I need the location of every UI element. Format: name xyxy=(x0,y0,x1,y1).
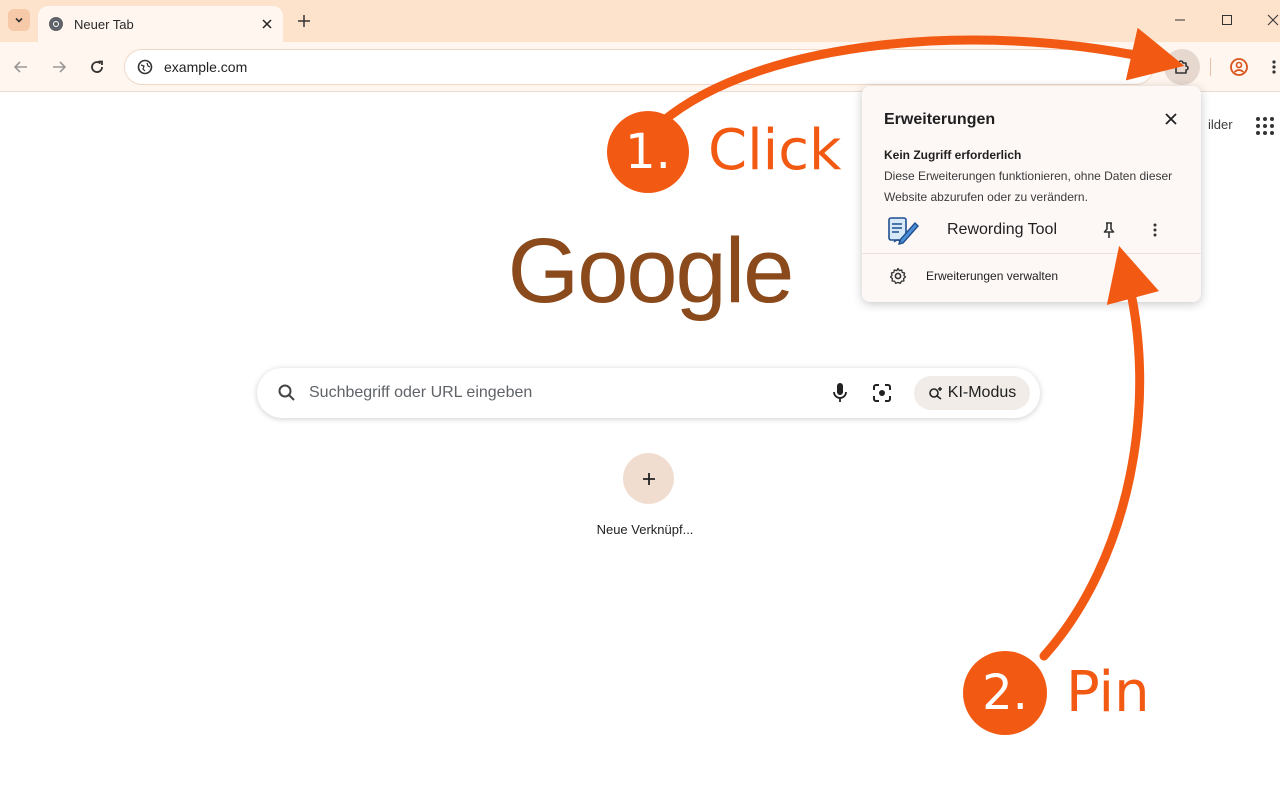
sparkle-search-icon xyxy=(928,387,942,400)
microphone-icon[interactable] xyxy=(830,381,850,405)
plus-icon xyxy=(642,472,655,485)
step-2-number: 2. xyxy=(982,665,1028,721)
step-2-label: Pin xyxy=(1066,660,1150,725)
manage-extensions-label: Erweiterungen verwalten xyxy=(926,269,1059,283)
step-1-number: 1. xyxy=(625,124,671,180)
google-apps-button[interactable] xyxy=(1254,115,1276,137)
apps-grid-icon xyxy=(1256,117,1274,135)
arrow-left-icon xyxy=(13,61,27,73)
tab-neuer-tab[interactable]: Neuer Tab xyxy=(38,6,283,42)
ki-mode-button[interactable]: KI-Modus xyxy=(914,376,1030,410)
chrome-icon xyxy=(49,17,63,31)
search-placeholder: Suchbegriff oder URL eingeben xyxy=(309,384,533,401)
extensions-button[interactable] xyxy=(1164,49,1200,85)
add-shortcut-button[interactable] xyxy=(623,453,674,504)
tab-close-button[interactable] xyxy=(257,14,277,34)
new-tab-button[interactable] xyxy=(294,11,314,31)
arrow-to-pin-button xyxy=(1039,245,1160,661)
tab-title: Neuer Tab xyxy=(74,16,134,32)
close-icon xyxy=(1165,113,1177,125)
close-icon xyxy=(1267,14,1279,26)
maximize-icon xyxy=(1222,15,1232,25)
reload-icon xyxy=(91,60,103,73)
images-link[interactable]: ilder xyxy=(1208,117,1233,132)
maximize-button[interactable] xyxy=(1219,12,1235,28)
toolbar-divider xyxy=(1210,58,1211,76)
plus-icon xyxy=(298,15,310,27)
globe-icon xyxy=(137,59,153,75)
shortcut-label: Neue Verknüpf... xyxy=(596,522,694,537)
gear-icon xyxy=(889,267,907,285)
more-vert-icon[interactable] xyxy=(1148,221,1162,239)
toolbar: example.com xyxy=(0,42,1280,92)
browser-window: Neuer Tab example.com ilder Google Suchb… xyxy=(0,0,1280,800)
popup-title: Erweiterungen xyxy=(884,111,996,128)
chevron-down-icon xyxy=(15,17,23,23)
tab-search-button[interactable] xyxy=(8,9,30,31)
manage-extensions-button[interactable]: Erweiterungen verwalten xyxy=(876,256,1190,296)
puzzle-icon xyxy=(1175,60,1189,74)
close-icon xyxy=(262,19,272,29)
back-button[interactable] xyxy=(10,56,32,78)
rewording-tool-icon xyxy=(888,217,919,245)
forward-button[interactable] xyxy=(48,56,70,78)
menu-button[interactable] xyxy=(1268,56,1280,78)
reload-button[interactable] xyxy=(86,56,108,78)
section-title: Kein Zugriff erforderlich xyxy=(884,148,1022,162)
minimize-button[interactable] xyxy=(1172,12,1188,28)
step-1-label: Click xyxy=(708,118,842,183)
arrow-right-icon xyxy=(53,61,67,73)
url-text: example.com xyxy=(164,59,248,75)
step-2-badge: 2. xyxy=(963,651,1047,735)
more-vert-icon xyxy=(1272,60,1276,74)
section-description: Diese Erweiterungen funktionieren, ohne … xyxy=(884,169,1173,204)
tab-strip: Neuer Tab xyxy=(0,0,1280,42)
google-logo: Google xyxy=(507,220,795,322)
search-icon xyxy=(278,384,295,401)
step-1-badge: 1. xyxy=(607,111,689,193)
profile-button[interactable] xyxy=(1228,56,1250,78)
address-bar[interactable]: example.com xyxy=(124,49,1154,85)
popup-divider xyxy=(862,253,1201,254)
search-box[interactable]: Suchbegriff oder URL eingeben KI-Modus xyxy=(257,368,1040,418)
close-window-button[interactable] xyxy=(1266,12,1280,28)
avatar-icon xyxy=(1230,58,1248,76)
minimize-icon xyxy=(1175,19,1185,21)
extensions-popup: Erweiterungen Kein Zugriff erforderlich … xyxy=(862,86,1201,302)
extension-name: Rewording Tool xyxy=(947,221,1057,238)
pin-icon[interactable] xyxy=(1100,221,1118,239)
popup-close-button[interactable] xyxy=(1162,110,1180,128)
extension-row-rewording-tool[interactable]: Rewording Tool xyxy=(876,208,1190,250)
ki-mode-label: KI-Modus xyxy=(947,384,1017,401)
lens-icon[interactable] xyxy=(871,382,893,404)
